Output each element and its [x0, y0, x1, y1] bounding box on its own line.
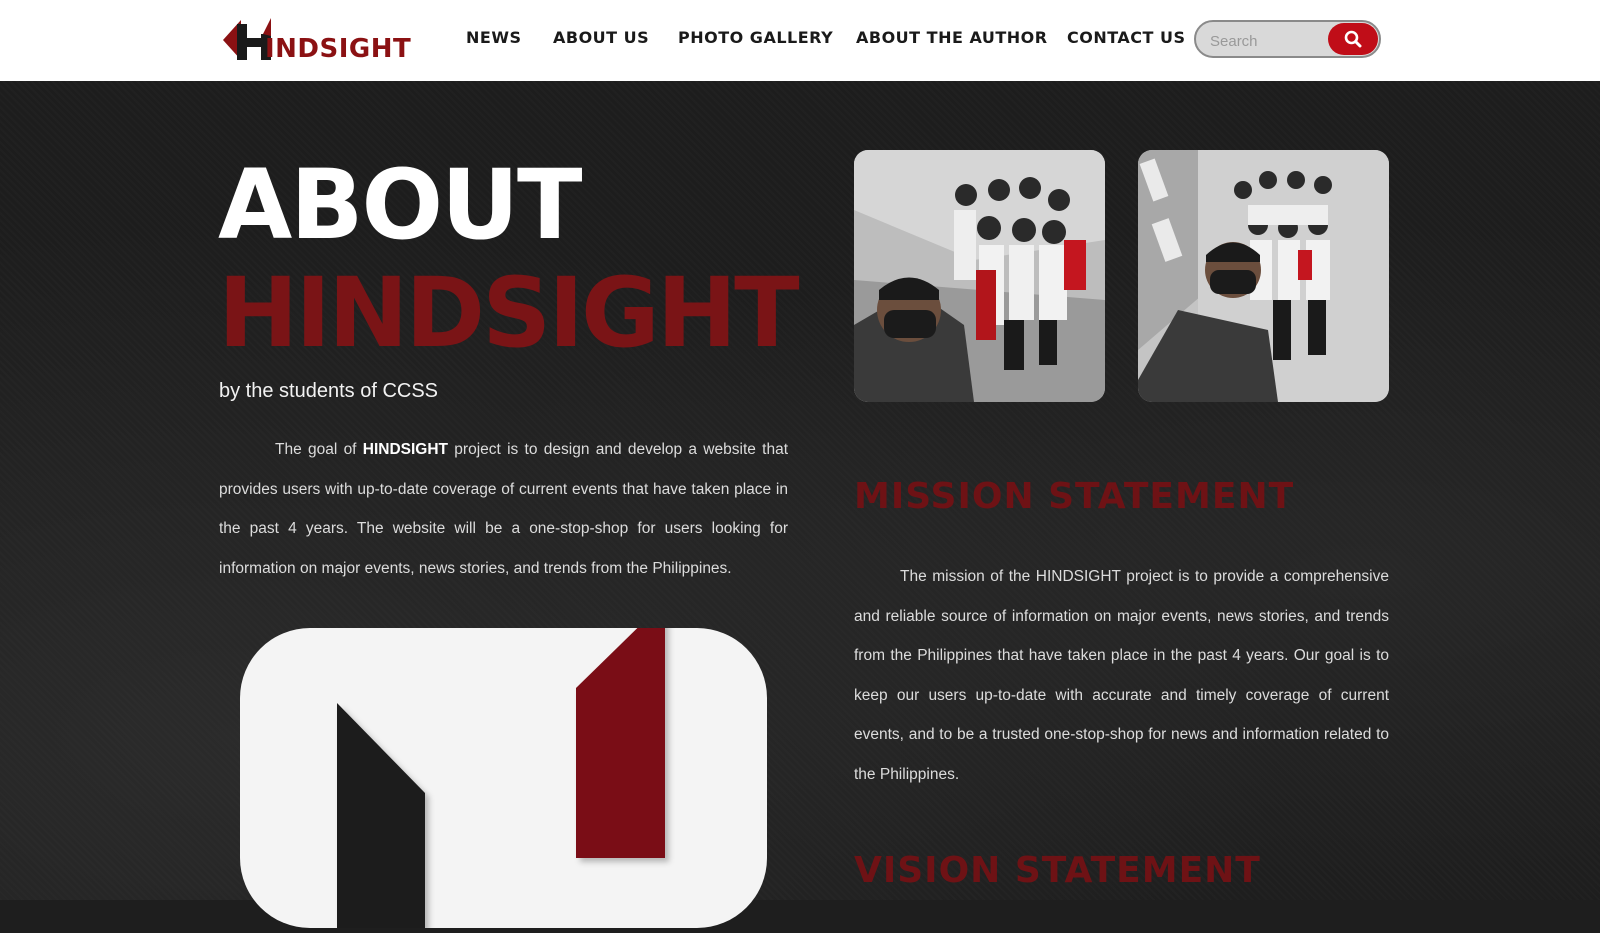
search-icon [1344, 30, 1362, 48]
page-title-about: ABOUT [218, 149, 583, 261]
search-input[interactable] [1208, 29, 1332, 53]
nav-news[interactable]: NEWS [466, 28, 522, 47]
mission-statement-heading: MISSION STATEMENT [854, 476, 1295, 517]
search-button[interactable] [1328, 23, 1378, 55]
hindsight-logo[interactable]: INDSIGHT [223, 14, 423, 68]
vision-statement-heading: VISION STATEMENT [854, 850, 1261, 891]
intro-prefix: The goal of [275, 441, 363, 458]
nav-about-us[interactable]: ABOUT US [553, 28, 649, 47]
page-title-hindsight: HINDSIGHT [218, 257, 800, 369]
intro-paragraph: The goal of HINDSIGHT project is to desi… [219, 430, 788, 588]
intro-brand: HINDSIGHT [362, 441, 449, 458]
top-navigation-bar: INDSIGHT NEWS ABOUT US PHOTO GALLERY ABO… [0, 0, 1600, 82]
byline: by the students of CCSS [219, 380, 439, 402]
group-photo-1 [854, 150, 1105, 402]
logo-wordmark: INDSIGHT [265, 34, 412, 64]
search-box [1194, 20, 1381, 58]
large-logo-icon [337, 601, 665, 928]
nav-about-the-author[interactable]: ABOUT THE AUTHOR [856, 28, 1048, 47]
nav-contact-us[interactable]: CONTACT US [1067, 28, 1186, 47]
mission-paragraph: The mission of the HINDSIGHT project is … [854, 568, 1389, 783]
intro-rest: project is to design and develop a websi… [219, 441, 788, 577]
group-photo-2 [1138, 150, 1389, 402]
nav-photo-gallery[interactable]: PHOTO GALLERY [678, 28, 833, 47]
logo-card [240, 601, 767, 928]
